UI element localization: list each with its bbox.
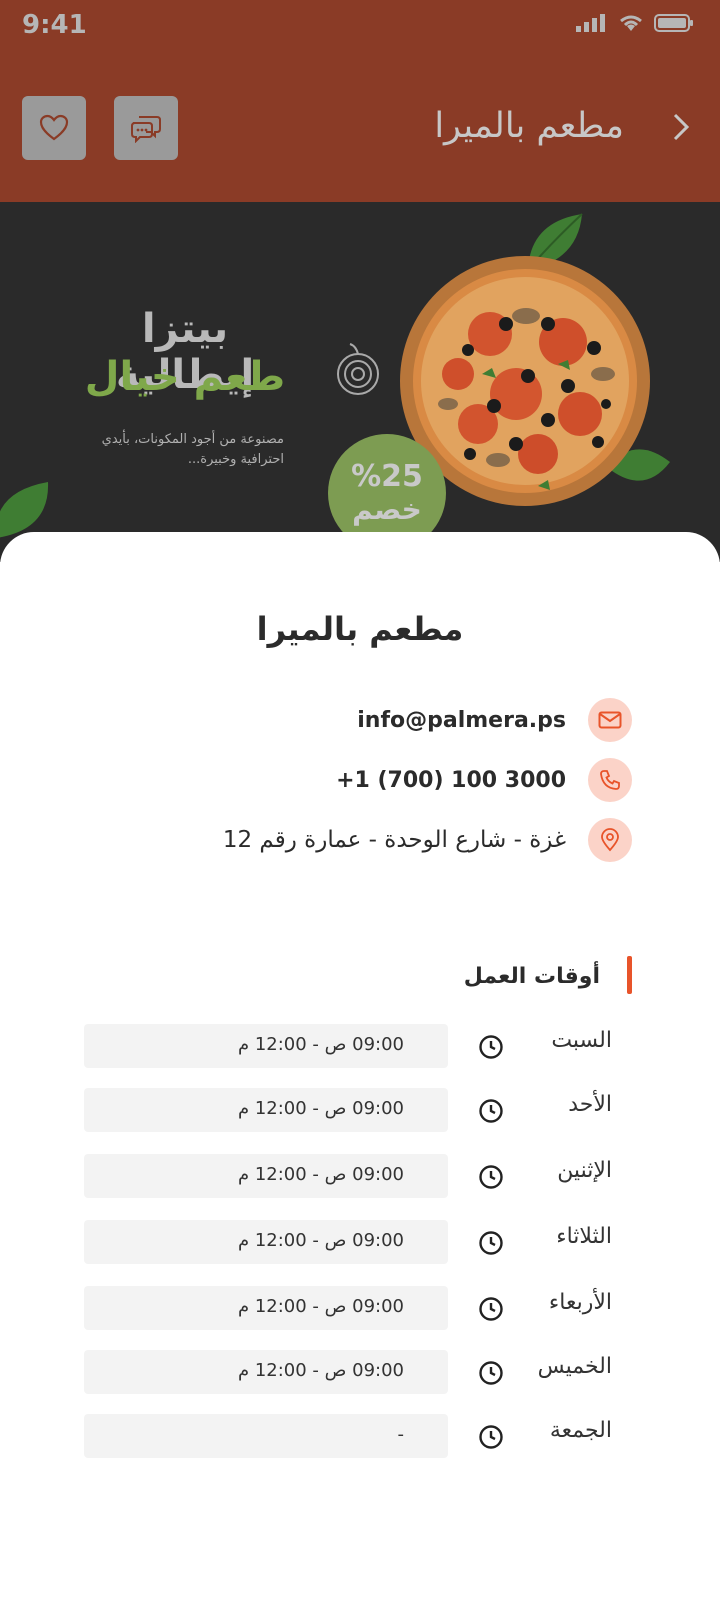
promo-description: مصنوعة من أجود المكونات، بأيدي احترافية … [101, 432, 284, 467]
chat-icon [131, 116, 161, 143]
discount-label: خصم [352, 493, 422, 526]
email-text: info@palmera.ps [357, 707, 566, 733]
signal-icon [576, 14, 605, 32]
clock-icon [479, 1425, 503, 1449]
promo-subtitle: طعم خيال [84, 354, 286, 400]
address-text: غزة - شارع الوحدة - عمارة رقم 12 [222, 827, 566, 853]
hours-text: 09:00 ص - 12:00 م [237, 1164, 404, 1185]
day-label: الجمعة [549, 1418, 612, 1443]
hours-box: 09:00 ص - 12:00 م [84, 1350, 448, 1394]
hours-box: 09:00 ص - 12:00 م [84, 1088, 448, 1132]
wifi-icon [620, 15, 642, 31]
hours-box: 09:00 ص - 12:00 م [84, 1220, 448, 1264]
mail-icon [598, 711, 622, 729]
location-pin-icon [601, 828, 619, 852]
discount-percent: %25 [351, 459, 423, 494]
hours-box: 09:00 ص - 12:00 م [84, 1154, 448, 1198]
app-header: 9:41 مطعم بالميرا [0, 0, 720, 202]
chevron-right-icon [673, 113, 690, 141]
hours-row: - الجمعة [84, 1414, 636, 1458]
clock-icon [479, 1361, 503, 1385]
hours-row: 09:00 ص - 12:00 م الثلاثاء [84, 1220, 636, 1264]
status-icons [576, 14, 694, 32]
hours-row: 09:00 ص - 12:00 م الإثنين [84, 1154, 636, 1198]
hours-text: 09:00 ص - 12:00 م [237, 1098, 404, 1119]
hours-box: 09:00 ص - 12:00 م [84, 1024, 448, 1068]
heart-icon [39, 114, 69, 141]
phone-icon-badge [588, 758, 632, 802]
favorite-button[interactable] [22, 96, 86, 160]
section-accent-bar [627, 956, 632, 994]
hours-row: 09:00 ص - 12:00 م الخميس [84, 1350, 636, 1394]
hours-text: 09:00 ص - 12:00 م [237, 1230, 404, 1251]
hours-box: 09:00 ص - 12:00 م [84, 1286, 448, 1330]
restaurant-details-card: مطعم بالميرا info@palmera.ps +1 (700) 10… [0, 532, 720, 1600]
hours-text: - [397, 1424, 405, 1445]
clock-icon [479, 1297, 503, 1321]
day-label: الأربعاء [548, 1290, 612, 1315]
day-label: السبت [551, 1028, 612, 1053]
status-time: 9:41 [22, 10, 87, 40]
working-hours-title: أوقات العمل [463, 964, 600, 989]
email-icon-badge [588, 698, 632, 742]
hours-text: 09:00 ص - 12:00 م [237, 1360, 404, 1381]
battery-icon [654, 14, 693, 32]
day-label: الخميس [537, 1354, 612, 1379]
phone-icon [600, 770, 620, 790]
hours-text: 09:00 ص - 12:00 م [237, 1296, 404, 1317]
chat-button[interactable] [114, 96, 178, 160]
email-row[interactable]: info@palmera.ps [357, 698, 632, 742]
header-title: مطعم بالميرا [434, 106, 624, 146]
restaurant-name: مطعم بالميرا [256, 610, 464, 648]
hours-text: 09:00 ص - 12:00 م [237, 1034, 404, 1055]
location-icon-badge [588, 818, 632, 862]
clock-icon [479, 1231, 503, 1255]
hours-row: 09:00 ص - 12:00 م الأحد [84, 1088, 636, 1132]
address-row[interactable]: غزة - شارع الوحدة - عمارة رقم 12 [223, 818, 632, 862]
back-button[interactable] [670, 112, 692, 146]
day-label: الثلاثاء [556, 1224, 612, 1249]
hours-row: 09:00 ص - 12:00 م الأربعاء [84, 1286, 636, 1330]
clock-icon [479, 1099, 503, 1123]
onion-sketch-icon [337, 343, 379, 395]
phone-text: +1 (700) 100 3000 [336, 767, 566, 793]
day-label: الأحد [568, 1092, 612, 1117]
clock-icon [479, 1035, 503, 1059]
day-label: الإثنين [557, 1158, 612, 1183]
phone-row[interactable]: +1 (700) 100 3000 [336, 758, 632, 802]
hours-row: 09:00 ص - 12:00 م السبت [84, 1024, 636, 1068]
hours-box: - [84, 1414, 448, 1458]
clock-icon [479, 1165, 503, 1189]
promo-banner[interactable]: بيتزا إيطالية طعم خيال مصنوعة من أجود ال… [0, 202, 720, 562]
